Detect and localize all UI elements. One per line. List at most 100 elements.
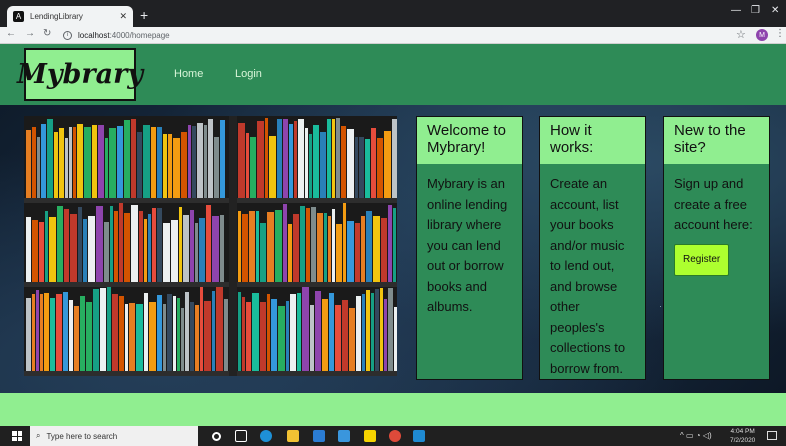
notification-icon[interactable] <box>767 431 777 440</box>
nav-home-link[interactable]: Home <box>174 68 203 80</box>
book-spine <box>100 288 106 371</box>
window-close-button[interactable]: ✕ <box>771 5 779 16</box>
site-logo[interactable]: Mybrary <box>17 48 143 101</box>
book-spine <box>96 206 103 282</box>
book-spine <box>393 208 396 282</box>
book-spine <box>157 127 162 198</box>
book-spine <box>294 121 297 198</box>
mail-icon[interactable] <box>338 430 350 442</box>
tab-close-icon[interactable]: ✕ <box>119 11 127 22</box>
sticky-notes-icon[interactable] <box>364 430 376 442</box>
register-button[interactable]: Register <box>674 243 730 276</box>
book-spine <box>93 289 99 371</box>
book-spine <box>343 203 346 282</box>
book-spine <box>332 119 335 198</box>
book-spine <box>188 125 191 198</box>
site-footer <box>0 393 786 426</box>
search-icon: ⌕ <box>36 431 41 440</box>
browser-tab-strip: A LendingLibrary ✕ + — ❐ ✕ <box>0 0 786 27</box>
book-spine <box>204 125 207 198</box>
maximize-button[interactable]: ❐ <box>751 5 760 16</box>
taskbar-search-box[interactable]: ⌕ Type here to search <box>30 426 198 446</box>
book-spine <box>26 130 31 198</box>
system-tray-icons[interactable]: ^ ▭ ◔ ◁) <box>680 431 712 440</box>
book-spine <box>199 218 205 282</box>
book-spine <box>204 301 211 371</box>
nav-login-link[interactable]: Login <box>235 68 262 80</box>
task-view-icon[interactable] <box>235 430 247 442</box>
edge-browser-icon[interactable] <box>260 430 272 442</box>
book-spine <box>173 296 176 371</box>
url-field[interactable]: i localhost:4000/homepage <box>63 28 170 42</box>
book-spine <box>86 302 92 371</box>
reload-icon[interactable]: ↻ <box>43 28 51 39</box>
book-spine <box>298 119 304 198</box>
welcome-card-heading: Welcome to Mybrary! <box>417 117 522 164</box>
forward-icon[interactable]: → <box>25 28 35 39</box>
chrome-icon[interactable] <box>389 430 401 442</box>
book-spine <box>275 210 282 282</box>
how-it-works-text: Create an account, list your books and/o… <box>550 176 626 376</box>
book-spine <box>163 304 166 371</box>
book-spine <box>119 296 124 371</box>
book-spine <box>157 295 162 371</box>
new-tab-button[interactable]: + <box>140 7 148 23</box>
file-explorer-icon[interactable] <box>287 430 299 442</box>
book-spine <box>267 294 270 371</box>
book-spine <box>224 299 228 371</box>
book-spine <box>380 288 383 371</box>
book-spine <box>77 124 83 198</box>
book-spine <box>37 137 40 198</box>
book-spine <box>92 125 97 198</box>
profile-avatar[interactable]: M <box>756 29 768 41</box>
book-spine <box>361 216 365 282</box>
book-spine <box>366 211 372 282</box>
browser-tab[interactable]: A LendingLibrary ✕ <box>7 6 133 27</box>
menu-kebab-icon[interactable]: ⋮ <box>775 28 785 39</box>
book-spine <box>212 291 215 371</box>
store-icon[interactable] <box>313 430 325 442</box>
book-spine <box>117 126 123 198</box>
book-spine <box>366 290 370 371</box>
bookmark-star-icon[interactable]: ☆ <box>736 28 746 41</box>
new-user-heading: New to the site? <box>664 117 769 164</box>
back-icon[interactable]: ← <box>6 28 16 39</box>
book-spine <box>341 126 346 198</box>
book-spine <box>32 294 35 371</box>
book-spine <box>114 211 118 282</box>
book-spine <box>220 215 224 282</box>
address-bar: ← → ↻ i localhost:4000/homepage ☆ M ⋮ <box>0 27 786 44</box>
book-spine <box>80 296 85 371</box>
book-spine <box>371 293 374 371</box>
site-info-icon[interactable]: i <box>63 30 72 40</box>
book-spine <box>375 289 379 371</box>
book-spine <box>286 301 289 371</box>
windows-start-icon[interactable] <box>12 431 22 441</box>
book-spine <box>157 208 162 282</box>
taskbar-clock[interactable]: 4:04 PM 7/2/2020 <box>730 427 755 445</box>
book-spine <box>129 303 135 371</box>
new-user-text: Sign up and create a free account here: <box>674 176 753 232</box>
windows-taskbar: ⌕ Type here to search ^ ▭ ◔ ◁) 4:04 PM 7… <box>0 426 786 446</box>
book-spine <box>267 212 274 282</box>
book-spine <box>32 220 38 282</box>
vscode-icon[interactable] <box>413 430 425 442</box>
how-it-works-heading: How it works: <box>540 117 645 164</box>
book-spine <box>74 306 79 371</box>
book-spine <box>335 305 341 371</box>
book-spine <box>139 211 143 282</box>
book-spine <box>64 209 69 282</box>
book-spine <box>83 219 87 282</box>
book-spine <box>242 297 245 371</box>
book-spine <box>50 298 55 371</box>
minimize-button[interactable]: — <box>731 5 741 16</box>
book-spine <box>327 119 331 198</box>
book-spine <box>39 222 44 282</box>
book-spine <box>362 294 365 371</box>
book-spine <box>181 132 187 198</box>
book-spine <box>179 207 182 282</box>
cortana-icon[interactable] <box>212 432 221 441</box>
book-spine <box>212 216 219 282</box>
book-spine <box>148 214 151 282</box>
book-spine <box>190 302 194 371</box>
